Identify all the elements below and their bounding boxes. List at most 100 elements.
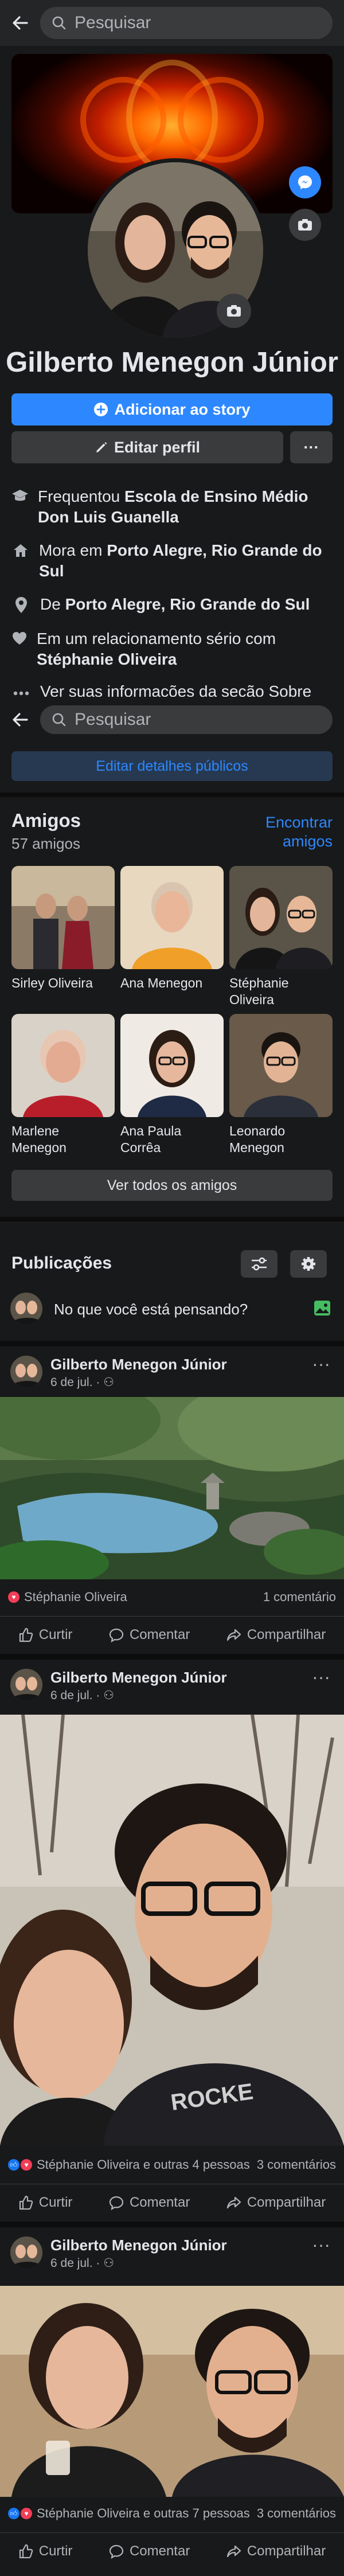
like-icon (19, 1627, 33, 1642)
add-story-button[interactable]: Adicionar ao story (11, 393, 333, 426)
post-author[interactable]: Gilberto Menegon Júnior (50, 2237, 227, 2254)
cover-camera-button[interactable] (289, 209, 321, 241)
friends-audience-icon: ⚇ (103, 2257, 115, 2270)
friend-photo (229, 866, 333, 969)
photo-icon[interactable] (313, 1299, 331, 1320)
edit-public-details-button[interactable]: Editar detalhes públicos (11, 751, 333, 781)
friend-name: Stéphanie Oliveira (229, 975, 289, 1007)
cover-messenger-button[interactable] (289, 166, 321, 198)
filter-button[interactable] (241, 1250, 277, 1278)
section-divider (0, 1217, 344, 1221)
post-author-avatar[interactable] (10, 2237, 42, 2269)
friends-audience-icon: ⚇ (103, 1376, 115, 1389)
heart-icon (11, 629, 28, 670)
search-input[interactable]: Pesquisar (40, 7, 333, 39)
share-button[interactable]: Compartilhar (226, 2543, 326, 2559)
like-icon (19, 2544, 33, 2558)
back-arrow-icon[interactable] (0, 0, 40, 46)
post-actions: Curtir Comentar Compartilhar (0, 2184, 344, 2220)
post-author[interactable]: Gilberto Menegon Júnior (50, 1669, 227, 1687)
comment-icon (109, 2196, 124, 2210)
publications-title: Publicações (11, 1254, 112, 1273)
edit-profile-button[interactable]: Editar perfil (11, 431, 283, 463)
post-image[interactable]: ROCKE (0, 1715, 344, 2146)
post-header: Gilberto Menegon Júnior 6 de jul. · ⚇ ··… (0, 1660, 344, 1705)
profile-camera-button[interactable] (217, 294, 251, 328)
like-button[interactable]: Curtir (18, 2543, 72, 2559)
friend-card[interactable]: Marlene Menegon (11, 1014, 115, 1156)
section-divider (0, 793, 344, 797)
friend-photo (120, 866, 224, 969)
friend-card[interactable]: Ana Menegon (120, 866, 224, 992)
post-author[interactable]: Gilberto Menegon Júnior (50, 1356, 227, 1373)
post-image[interactable] (0, 1397, 344, 1579)
friends-count: 57 amigos (11, 835, 80, 852)
post-author-avatar[interactable] (10, 1669, 42, 1701)
share-button[interactable]: Compartilhar (226, 2195, 326, 2211)
messenger-icon (298, 175, 312, 189)
like-icon (19, 2195, 33, 2210)
love-reaction-icon: ♥ (21, 2508, 32, 2519)
settings-button[interactable] (290, 1250, 327, 1278)
friend-name: Ana Menegon (120, 975, 203, 990)
friend-photo (11, 866, 115, 969)
back-arrow-icon[interactable] (0, 697, 40, 743)
post-reactions[interactable]: ♥ Stéphanie Oliveira 1 comentário (8, 1590, 336, 1605)
comments-count[interactable]: 1 comentário (263, 1590, 336, 1605)
intro-relationship: Em um relacionamento sério com Stéphanie… (11, 629, 333, 670)
post-image[interactable] (0, 2286, 344, 2497)
post-author-avatar[interactable] (10, 1356, 42, 1388)
camera-icon (227, 305, 241, 317)
intro-lives-in: Mora em Porto Alegre, Rio Grande do Sul (11, 540, 333, 581)
post-more-icon[interactable]: ··· (312, 1353, 330, 1375)
friend-photo (229, 1014, 333, 1117)
post-reactions[interactable]: 👍︎ ♥ Stéphanie Oliveira e outras 4 pessoas… (8, 2157, 336, 2172)
home-icon (11, 540, 30, 581)
friend-card[interactable]: Ana Paula Corrêa (120, 1014, 224, 1156)
search-input[interactable]: Pesquisar (40, 705, 333, 734)
friend-card[interactable]: Stéphanie Oliveira (229, 866, 333, 1008)
post-more-icon[interactable]: ··· (312, 1666, 330, 1688)
friend-name: Marlene Menegon (11, 1123, 67, 1155)
top-search-bar: Pesquisar (0, 0, 344, 46)
share-icon (226, 2196, 241, 2208)
like-reaction-icon: 👍︎ (8, 2159, 19, 2171)
friend-card[interactable]: Leonardo Menegon (229, 1014, 333, 1156)
post-actions: Curtir Comentar Compartilhar (0, 1616, 344, 1653)
more-options-button[interactable]: ··· (290, 431, 333, 463)
pencil-icon (96, 442, 107, 452)
share-icon (226, 1629, 241, 1641)
section-divider (0, 1341, 344, 1346)
like-button[interactable]: Curtir (18, 1627, 72, 1643)
graduation-cap-icon (11, 486, 29, 528)
friend-name: Leonardo Menegon (229, 1123, 286, 1155)
intro-from: De Porto Alegre, Rio Grande do Sul (11, 594, 333, 615)
composer[interactable]: No que você está pensando? (0, 1291, 344, 1326)
friend-card[interactable]: Sirley Oliveira (11, 866, 115, 992)
comment-button[interactable]: Comentar (109, 2543, 190, 2559)
friend-photo (11, 1014, 115, 1117)
post-date: 6 de jul. · ⚇ (50, 2257, 115, 2270)
post-header: Gilberto Menegon Júnior 6 de jul. · ⚇ ··… (0, 2227, 344, 2273)
comments-count[interactable]: 3 comentários (257, 2157, 336, 2172)
section-divider (0, 2222, 344, 2227)
search-icon (52, 713, 66, 727)
sticky-search-bar: Pesquisar (0, 697, 344, 743)
like-reaction-icon: 👍︎ (8, 2508, 19, 2519)
like-button[interactable]: Curtir (18, 2195, 72, 2211)
post-more-icon[interactable]: ··· (312, 2234, 330, 2255)
friends-audience-icon: ⚇ (103, 1689, 115, 1702)
comments-count[interactable]: 3 comentários (257, 2506, 336, 2521)
post-header: Gilberto Menegon Júnior 6 de jul. · ⚇ ··… (0, 1346, 344, 1392)
comment-button[interactable]: Comentar (109, 2195, 190, 2211)
find-friends-link[interactable]: Encontrar amigos (252, 813, 333, 851)
sliders-icon (252, 1257, 267, 1271)
see-all-friends-button[interactable]: Ver todos os amigos (11, 1170, 333, 1201)
post-reactions[interactable]: 👍︎ ♥ Stéphanie Oliveira e outras 7 pessoas… (8, 2506, 336, 2521)
profile-name: Gilberto Menegon Júnior (6, 347, 338, 378)
love-reaction-icon: ♥ (21, 2159, 32, 2171)
friends-title: Amigos (11, 810, 81, 831)
share-button[interactable]: Compartilhar (226, 1627, 326, 1643)
love-reaction-icon: ♥ (8, 1591, 19, 1603)
comment-button[interactable]: Comentar (109, 1627, 190, 1643)
